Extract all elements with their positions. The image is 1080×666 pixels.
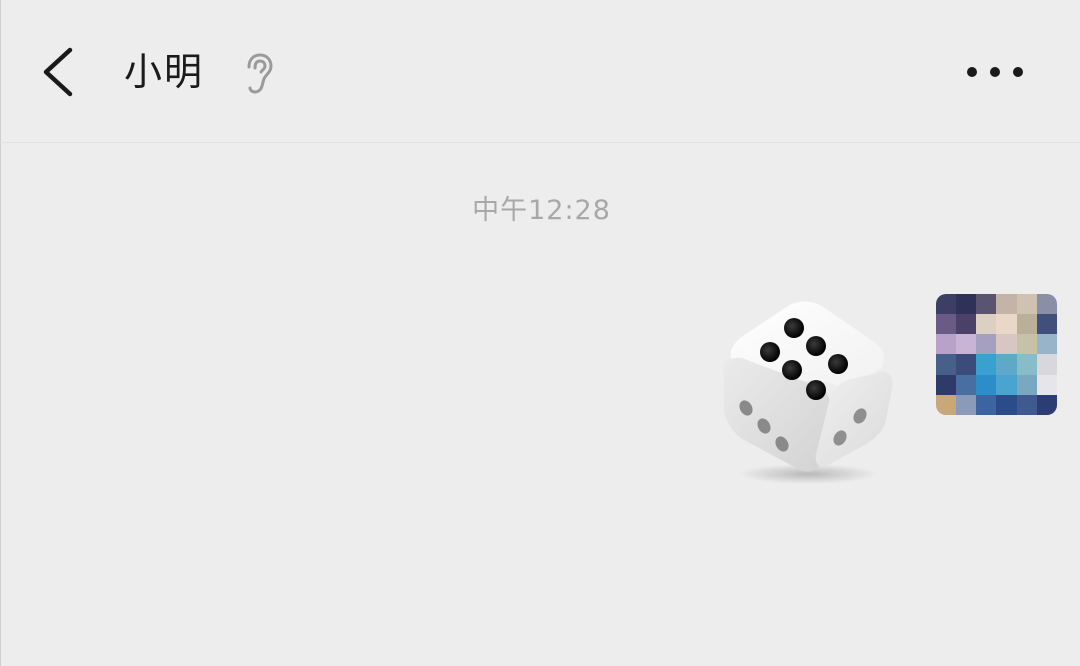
chat-header: 小明 (0, 0, 1080, 143)
chat-title[interactable]: 小明 (124, 48, 204, 96)
more-button[interactable] (962, 58, 1030, 86)
chevron-left-icon (43, 47, 73, 97)
dice-message[interactable] (710, 290, 902, 490)
dice-icon (722, 301, 893, 484)
more-horizontal-icon (967, 67, 1023, 77)
back-button[interactable] (36, 40, 84, 104)
user-avatar[interactable] (936, 294, 1057, 415)
ear-icon (240, 50, 278, 96)
message-timestamp: 中午12:28 (472, 195, 611, 226)
